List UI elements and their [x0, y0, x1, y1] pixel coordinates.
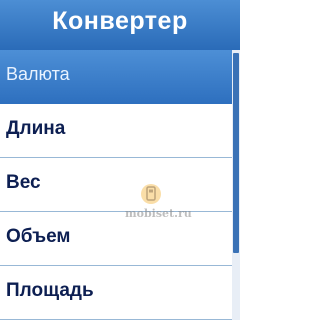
menu-item-label: Валюта — [6, 64, 70, 84]
menu-item-currency[interactable]: Валюта — [0, 50, 232, 104]
menu-item-label: Площадь — [6, 280, 94, 301]
scrollbar-thumb[interactable] — [233, 53, 239, 253]
menu-item-label: Вес — [6, 172, 41, 193]
converter-screen: Конвертер Валюта Длина Вес Объем Площадь… — [0, 0, 240, 320]
menu-item-label: Длина — [6, 118, 66, 139]
title-bar: Конвертер — [0, 0, 240, 50]
menu-item-area[interactable]: Площадь — [0, 266, 232, 320]
watermark: mobiset.ru — [125, 183, 235, 223]
menu-item-label: Объем — [6, 226, 71, 247]
menu-item-length[interactable]: Длина — [0, 104, 232, 158]
page-title: Конвертер — [52, 7, 188, 35]
watermark-text: mobiset.ru — [125, 207, 192, 220]
mobiset-logo-icon — [141, 184, 161, 204]
